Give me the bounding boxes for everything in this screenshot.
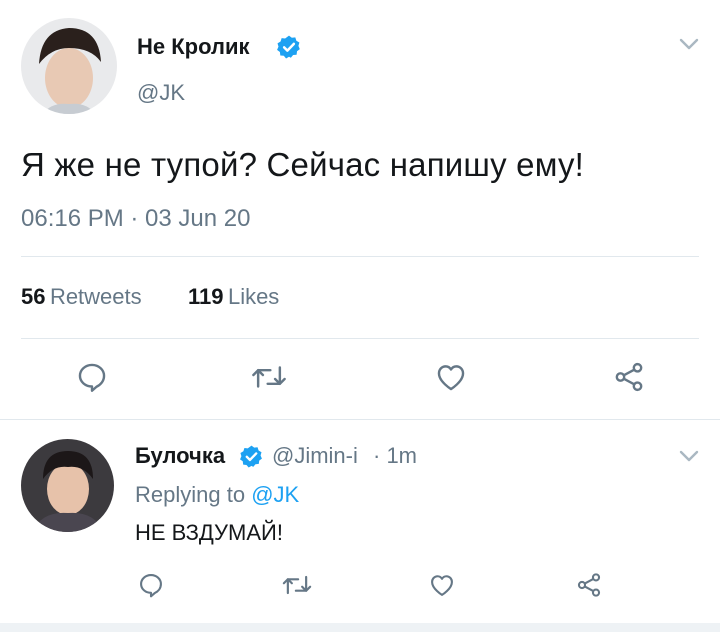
share-icon[interactable]	[575, 571, 603, 599]
likes-count: 119	[188, 284, 224, 309]
reply-author-avatar[interactable]	[21, 439, 114, 532]
retweet-icon[interactable]	[250, 360, 288, 394]
reply-author-handle[interactable]: @Jimin-i	[272, 443, 358, 469]
reply-author-name[interactable]: Булочка	[135, 443, 225, 469]
bottom-divider	[0, 623, 720, 632]
likes-stat[interactable]: 119 Likes	[188, 284, 279, 310]
like-icon[interactable]	[434, 360, 468, 394]
reply-icon[interactable]	[137, 571, 165, 599]
likes-label: Likes	[227, 284, 280, 309]
replying-to: Replying to @JK	[135, 482, 299, 508]
retweets-stat[interactable]: 56 Retweets	[21, 284, 142, 310]
divider	[21, 338, 699, 339]
share-icon[interactable]	[612, 360, 646, 394]
reply-icon[interactable]	[75, 360, 109, 394]
author-avatar[interactable]	[21, 18, 117, 114]
divider	[21, 256, 699, 257]
tweet-timestamp[interactable]: 06:16 PM · 03 Jun 20	[21, 205, 250, 233]
retweets-count: 56	[21, 284, 46, 309]
author-handle[interactable]: @JK	[137, 80, 185, 106]
verified-badge-icon	[239, 444, 264, 469]
like-icon[interactable]	[428, 571, 456, 599]
reply-text: НЕ ВЗДУМАЙ!	[135, 520, 283, 545]
chevron-down-icon[interactable]	[676, 446, 702, 466]
tweet-text: Я же не тупой? Сейчас напишу ему!	[21, 146, 585, 183]
replying-to-link[interactable]: @JK	[251, 482, 299, 507]
reply-time[interactable]: · 1m	[373, 443, 417, 469]
verified-badge-icon	[276, 34, 302, 60]
divider	[0, 419, 720, 420]
retweets-label: Retweets	[49, 284, 142, 309]
retweet-icon[interactable]	[281, 571, 313, 599]
author-name[interactable]: Не Кролик	[137, 34, 250, 60]
replying-prefix: Replying to	[135, 482, 246, 507]
chevron-down-icon[interactable]	[676, 34, 702, 54]
